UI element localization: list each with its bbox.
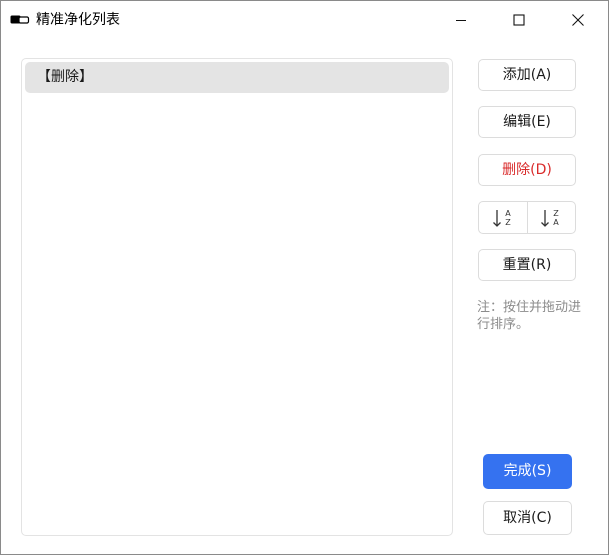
close-icon: [572, 14, 584, 26]
done-button[interactable]: 完成(S): [483, 454, 572, 489]
sort-asc-bottom-letter: Z: [505, 218, 511, 227]
list-item[interactable]: 【删除】: [25, 62, 449, 93]
add-button[interactable]: 添加(A): [478, 59, 576, 91]
sort-descending-icon: Z A: [541, 209, 560, 227]
sort-button-group: A Z Z A: [478, 201, 576, 234]
window-title: 精准净化列表: [36, 12, 120, 28]
drag-sort-hint: 注：按住并拖动进行排序。: [477, 300, 582, 332]
maximize-button[interactable]: [496, 1, 542, 39]
minimize-icon: [456, 20, 466, 21]
dialog-window: 精准净化列表 【删除】 添加(A) 编辑(E) 删除(D) A Z Z A 重置…: [0, 0, 609, 555]
delete-button[interactable]: 删除(D): [478, 154, 576, 186]
edit-button[interactable]: 编辑(E): [478, 106, 576, 138]
title-bar[interactable]: 精准净化列表: [1, 1, 608, 39]
sort-desc-top-letter: Z: [554, 209, 560, 218]
maximize-icon: [513, 14, 525, 26]
sort-ascending-button[interactable]: A Z: [479, 202, 528, 233]
sort-ascending-icon: A Z: [492, 209, 511, 227]
reset-button[interactable]: 重置(R): [478, 249, 576, 281]
app-icon: [10, 15, 30, 24]
sort-desc-bottom-letter: A: [554, 218, 560, 227]
list-item-label: 【删除】: [37, 69, 93, 85]
sort-asc-top-letter: A: [505, 209, 511, 218]
close-button[interactable]: [555, 1, 601, 39]
filter-list[interactable]: 【删除】: [21, 58, 453, 536]
minimize-button[interactable]: [438, 1, 484, 39]
cancel-button[interactable]: 取消(C): [483, 501, 572, 535]
sort-descending-button[interactable]: Z A: [528, 202, 576, 233]
